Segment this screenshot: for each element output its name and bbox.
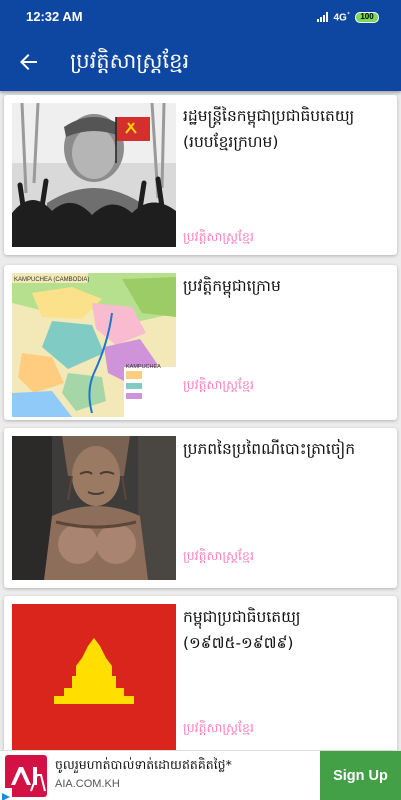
article-thumbnail	[12, 604, 176, 750]
article-category: ប្រវត្តិសាស្ត្រខ្មែរ	[183, 548, 254, 563]
back-button[interactable]	[14, 48, 42, 76]
status-bar: 12:32 AM 4G⁺ 100	[0, 0, 401, 33]
ad-url: AIA.COM.KH	[55, 778, 120, 790]
article-category: ប្រវត្តិសាស្ត្រខ្មែរ	[183, 377, 254, 392]
article-thumbnail	[12, 103, 176, 247]
article-card[interactable]: កម្ពុជាប្រជាធិបតេយ្យ (១៩៧៥-១៩៧៩) ប្រវត្ត…	[4, 596, 397, 750]
article-title: កម្ពុជាប្រជាធិបតេយ្យ (១៩៧៥-១៩៧៩)	[183, 608, 301, 652]
status-icons: 4G⁺ 100	[317, 10, 379, 24]
ad-headline: ចូលរួមហាត់បាល់ទាត់ដោយឥតគិតថ្លៃ*	[55, 757, 232, 772]
map-label-top: KAMPUCHEA (CAMBODIA)	[14, 277, 89, 283]
sign-up-button[interactable]: Sign Up	[320, 751, 401, 800]
article-category: ប្រវត្តិសាស្ត្រខ្មែរ	[183, 229, 254, 244]
ad-choices-icon[interactable]	[0, 788, 12, 800]
app-screen: 12:32 AM 4G⁺ 100 ប្រវត្តិសាស្ត្រខ្មែរ រដ…	[0, 0, 401, 800]
battery-icon: 100	[355, 11, 379, 23]
article-list: រដ្ឋមន្ត្រីនៃកម្ពុជាប្រជាធិបតេយ្យ (របបខ្…	[0, 91, 401, 750]
map-label-bottom: KAMPUCHEA	[126, 364, 161, 370]
status-time: 12:32 AM	[26, 9, 83, 24]
ad-banner[interactable]: ចូលរួមហាត់បាល់ទាត់ដោយឥតគិតថ្លៃ* AIA.COM.…	[0, 750, 401, 800]
article-title: ប្រភពនៃប្រពៃណីបោះត្រាចៀក	[183, 440, 356, 458]
article-title: ប្រវត្តិកម្ពុជាក្រោម	[183, 277, 281, 295]
article-category: ប្រវត្តិសាស្ត្រខ្មែរ	[183, 720, 254, 735]
article-thumbnail: KAMPUCHEA (CAMBODIA) KAMPUCHEA	[12, 273, 176, 417]
article-card[interactable]: KAMPUCHEA (CAMBODIA) KAMPUCHEA ប្រវត្តិក…	[4, 265, 397, 420]
network-type: 4G⁺	[333, 11, 350, 24]
article-card[interactable]: រដ្ឋមន្ត្រីនៃកម្ពុជាប្រជាធិបតេយ្យ (របបខ្…	[4, 95, 397, 255]
signal-icon	[317, 12, 329, 22]
page-title: ប្រវត្តិសាស្ត្រខ្មែរ	[70, 49, 190, 73]
article-thumbnail	[12, 436, 176, 580]
article-title: រដ្ឋមន្ត្រីនៃកម្ពុជាប្រជាធិបតេយ្យ (របបខ្…	[183, 107, 355, 151]
arrow-left-icon	[20, 54, 37, 70]
article-card[interactable]: ប្រភពនៃប្រពៃណីបោះត្រាចៀក ប្រវត្តិសាស្ត្រ…	[4, 428, 397, 588]
app-bar: ប្រវត្តិសាស្ត្រខ្មែរ	[0, 33, 401, 91]
